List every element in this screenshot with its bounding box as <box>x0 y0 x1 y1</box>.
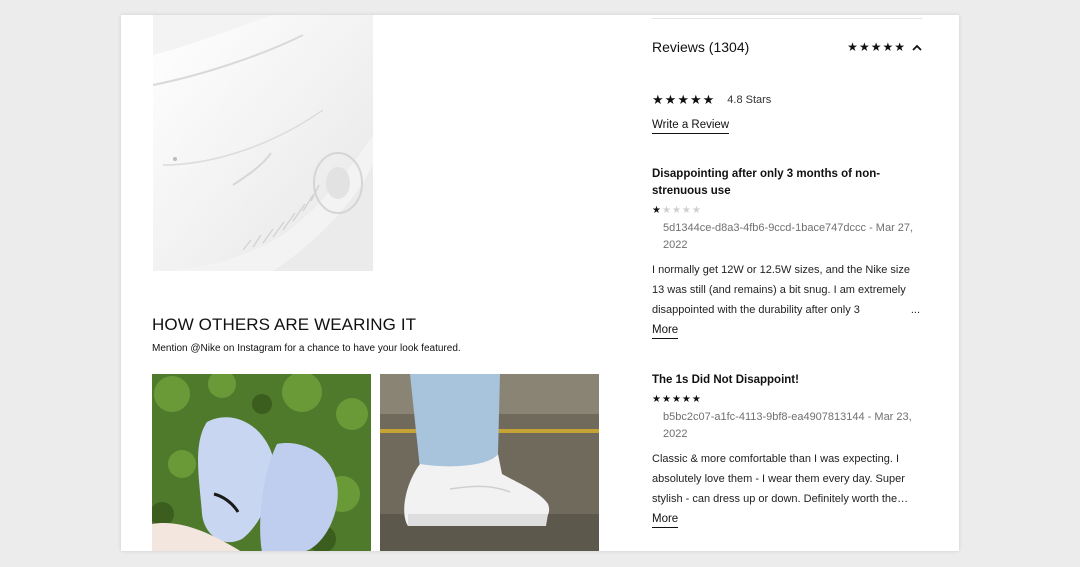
review-item: Disappointing after only 3 months of non… <box>652 166 924 339</box>
star-icon: ★ <box>702 92 715 107</box>
star-icon: ★ <box>858 40 870 54</box>
star-icon: ★ <box>689 92 702 107</box>
shoe-sole-illustration <box>153 15 373 271</box>
star-icon: ★ <box>691 394 701 405</box>
review-more-link[interactable]: More <box>652 513 679 528</box>
reviews-header-right: ★ ★ ★ ★ ★ <box>847 41 922 53</box>
star-icon: ★ <box>847 40 858 54</box>
star-icon: ★ <box>661 394 671 405</box>
summary-rating-stars: ★ ★ ★ ★ ★ <box>652 93 714 106</box>
star-icon: ★ <box>691 205 701 216</box>
star-icon: ★ <box>664 92 677 107</box>
review-body-text: I normally get 12W or 12.5W sizes, and t… <box>652 264 910 316</box>
summary-rating-text: 4.8 Stars <box>727 93 772 106</box>
star-icon: ★ <box>661 205 671 216</box>
star-icon: ★ <box>671 205 681 216</box>
average-rating-stars: ★ ★ ★ ★ ★ <box>847 41 905 53</box>
review-item: The 1s Did Not Disappoint! ★ ★ ★ ★ ★ b5bc2c0… <box>652 372 924 528</box>
write-review-link[interactable]: Write a Review <box>652 119 730 134</box>
review-body: Classic & more comfortable than I was ex… <box>652 453 909 505</box>
product-image-sole-closeup <box>153 15 373 271</box>
chevron-up-icon[interactable] <box>912 44 922 51</box>
section-divider <box>652 18 922 19</box>
star-icon: ★ <box>870 40 882 54</box>
star-icon: ★ <box>681 205 691 216</box>
star-icon: ★ <box>894 40 905 54</box>
product-page: HOW OTHERS ARE WEARING IT Mention @Nike … <box>121 15 959 551</box>
star-icon: ★ <box>677 92 689 107</box>
review-author-date: 5d1344ce-d8a3-4fb6-9ccd-1bace747dccc - M… <box>663 222 914 251</box>
review-rating-stars: ★ ★ ★ ★ ★ <box>652 206 701 216</box>
star-icon: ★ <box>652 205 661 216</box>
sneakers-on-grass-image <box>152 374 371 551</box>
ugc-section-title: HOW OTHERS ARE WEARING IT <box>152 315 417 334</box>
ugc-photo-grass[interactable] <box>152 374 371 551</box>
review-more-link[interactable]: More <box>652 324 679 339</box>
star-icon: ★ <box>671 394 681 405</box>
sneaker-on-street-image <box>380 374 599 551</box>
ugc-photo-street[interactable] <box>380 374 599 551</box>
star-icon: ★ <box>652 92 664 107</box>
review-title: Disappointing after only 3 months of non… <box>652 168 881 197</box>
review-author-date: b5bc2c07-a1fc-4113-9bf8-ea4907813144 - M… <box>663 411 912 440</box>
review-rating-stars: ★ ★ ★ ★ ★ <box>652 395 701 405</box>
star-icon: ★ <box>681 394 691 405</box>
star-icon: ★ <box>882 40 894 54</box>
star-icon: ★ <box>652 394 661 405</box>
review-title: The 1s Did Not Disappoint! <box>652 374 799 386</box>
ugc-section-subtitle: Mention @Nike on Instagram for a chance … <box>152 343 461 354</box>
review-ellipsis: ... <box>880 300 920 320</box>
review-body: I normally get 12W or 12.5W sizes, and t… <box>652 260 924 320</box>
rating-summary: ★ ★ ★ ★ ★ 4.8 Stars <box>652 93 771 106</box>
reviews-accordion-header[interactable]: Reviews (1304) ★ ★ ★ ★ ★ <box>652 37 922 57</box>
reviews-title: Reviews (1304) <box>652 39 750 55</box>
